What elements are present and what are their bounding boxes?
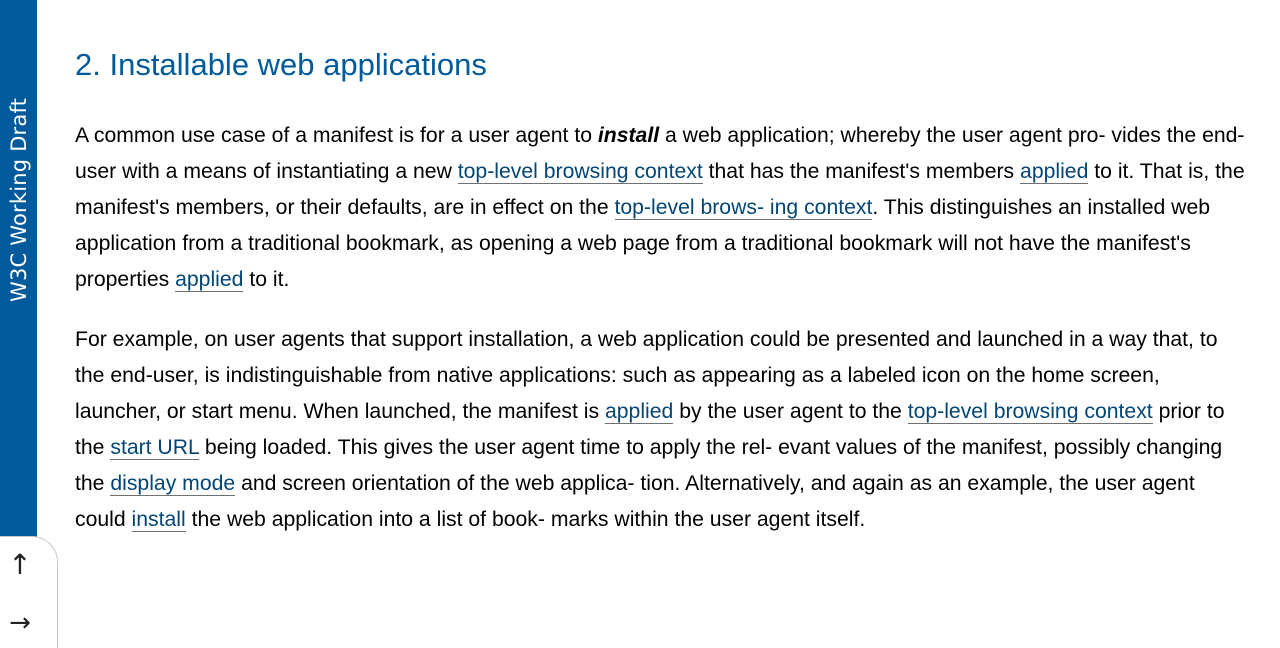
- arrow-right-icon[interactable]: →: [0, 607, 42, 639]
- text-run: the web application into a list of book-…: [185, 508, 866, 531]
- term-install: install: [597, 124, 660, 147]
- link-top-level-browsing-context[interactable]: top-level browsing context: [457, 160, 703, 184]
- link-display-mode[interactable]: display mode: [110, 472, 236, 496]
- text-run: to it.: [243, 268, 290, 291]
- link-top-level-browsing-context[interactable]: top-level brows- ing context: [614, 196, 873, 220]
- paragraph-install-definition: A common use case of a manifest is for a…: [75, 118, 1245, 298]
- link-applied[interactable]: applied: [175, 268, 244, 292]
- text-run: by the user agent to the: [673, 400, 908, 423]
- link-applied[interactable]: applied: [604, 400, 674, 424]
- w3c-status-label[interactable]: W3C Working Draft: [3, 62, 35, 302]
- text-run: A common use case of a manifest is for a…: [75, 124, 598, 147]
- arrow-up-icon[interactable]: ↑: [0, 549, 42, 581]
- link-start-url[interactable]: start URL: [110, 436, 200, 460]
- link-applied[interactable]: applied: [1020, 160, 1089, 184]
- text-run: that has the manifest's members: [702, 160, 1021, 183]
- w3c-status-sidebar[interactable]: W3C Working Draft: [0, 0, 37, 560]
- paragraph-installation-example: For example, on user agents that support…: [75, 322, 1245, 538]
- link-top-level-browsing-context[interactable]: top-level browsing context: [907, 400, 1153, 424]
- main-content: 2. Installable web applications A common…: [75, 44, 1245, 538]
- section-title: 2. Installable web applications: [75, 47, 487, 82]
- section-nav-tab: ↑ →: [0, 536, 58, 648]
- document-page: W3C Working Draft ↑ → 2. Installable web…: [0, 0, 1280, 648]
- link-install[interactable]: install: [131, 508, 186, 532]
